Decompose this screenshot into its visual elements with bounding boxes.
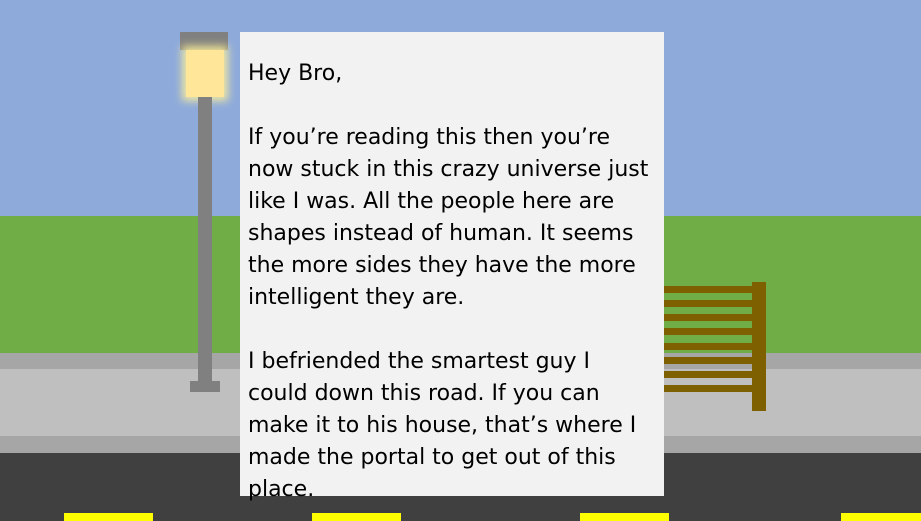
lane-marking <box>312 513 401 521</box>
letter-paragraph: I befriended the smartest guy I could do… <box>248 349 637 502</box>
bench-leg <box>752 282 766 411</box>
lamp-head <box>180 32 228 50</box>
lane-marking <box>580 513 669 521</box>
lamp-pole <box>198 97 212 381</box>
lane-marking <box>64 513 153 521</box>
bench-slat <box>664 343 754 350</box>
letter-greeting: Hey Bro, <box>248 61 343 86</box>
lamp-base <box>190 381 220 392</box>
bench-slat <box>664 314 754 321</box>
bench-slat <box>664 300 754 307</box>
bench-slat <box>664 328 754 335</box>
letter-paragraph: If you’re reading this then you’re now s… <box>248 125 649 310</box>
bench-slat <box>664 371 754 378</box>
letter-dialog[interactable]: Hey Bro, If you’re reading this then you… <box>240 32 664 502</box>
bench-slat <box>664 357 754 364</box>
bench-slat <box>664 286 754 293</box>
bench-slat <box>664 385 754 392</box>
lane-marking <box>841 513 921 521</box>
lamp-light <box>186 50 224 97</box>
